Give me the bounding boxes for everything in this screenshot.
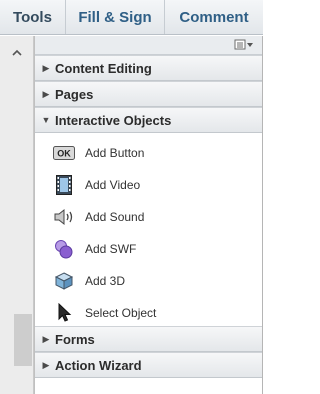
tools-panel: ▶ Content Editing ▶ Pages ▼ Interactive … (34, 36, 263, 394)
item-label: Select Object (85, 306, 157, 320)
section-label: Interactive Objects (55, 112, 172, 128)
item-label: Add Sound (85, 210, 145, 224)
section-label: Content Editing (55, 60, 152, 76)
chevron-right-icon: ▶ (42, 88, 50, 99)
item-label: Add Button (85, 146, 145, 160)
add-video-item[interactable]: Add Video (35, 169, 262, 201)
item-label: Add Video (85, 178, 141, 192)
item-label: Add SWF (85, 242, 137, 256)
ok-icon-text: OK (57, 149, 71, 159)
tab-tools[interactable]: Tools (0, 0, 66, 34)
section-action-wizard[interactable]: ▶ Action Wizard (35, 352, 262, 378)
panel-header (35, 36, 262, 55)
chevron-down-icon: ▼ (41, 115, 51, 125)
panel-options-icon[interactable] (234, 39, 254, 51)
section-pages[interactable]: ▶ Pages (35, 81, 262, 107)
section-interactive-objects[interactable]: ▼ Interactive Objects (35, 107, 262, 133)
add-sound-item[interactable]: Add Sound (35, 201, 262, 233)
toolbar-tabs: Tools Fill & Sign Comment (0, 0, 263, 35)
scroll-thumb[interactable] (14, 314, 32, 366)
add-button-item[interactable]: OK Add Button (35, 137, 262, 169)
film-icon (53, 175, 75, 195)
section-content-editing[interactable]: ▶ Content Editing (35, 55, 262, 81)
section-forms[interactable]: ▶ Forms (35, 326, 262, 352)
swf-icon (53, 239, 75, 259)
ok-button-icon: OK (53, 143, 75, 163)
add-3d-item[interactable]: Add 3D (35, 265, 262, 297)
section-label: Action Wizard (55, 357, 142, 373)
chevron-right-icon: ▶ (42, 333, 50, 344)
section-label: Pages (55, 86, 94, 102)
pointer-icon (53, 303, 75, 323)
tab-fill-sign[interactable]: Fill & Sign (66, 0, 165, 34)
item-label: Add 3D (85, 274, 126, 288)
chevron-right-icon: ▶ (42, 359, 50, 370)
cube-icon (53, 271, 75, 291)
interactive-objects-list: OK Add Button Add Video Add Sound Add SW… (35, 133, 262, 322)
chevron-right-icon: ▶ (42, 62, 50, 73)
section-label: Forms (55, 331, 95, 347)
speaker-icon (53, 207, 75, 227)
scroll-up-icon[interactable] (9, 46, 25, 62)
vertical-scrollbar[interactable] (0, 36, 34, 394)
add-swf-item[interactable]: Add SWF (35, 233, 262, 265)
tab-comment[interactable]: Comment (165, 0, 263, 34)
